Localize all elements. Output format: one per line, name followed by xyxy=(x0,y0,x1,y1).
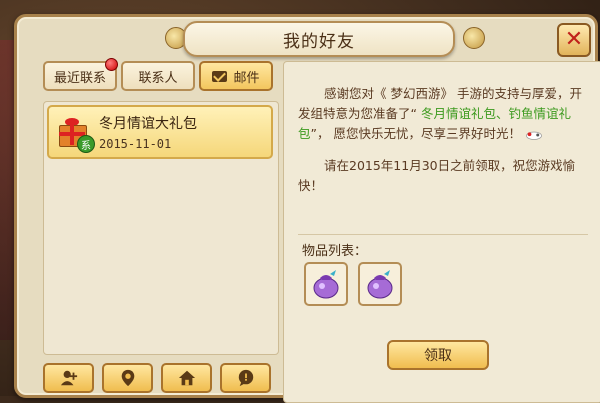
notification-dot-icon xyxy=(105,58,118,71)
mail-text: ”， 愿您快乐无忧，尽享三界好时光！ xyxy=(310,126,521,141)
home-icon xyxy=(178,370,195,386)
items-label: 物品列表： xyxy=(302,244,368,259)
title-ornament-right-icon xyxy=(463,27,485,49)
chat-bubble-icon xyxy=(238,369,253,387)
tab-contacts[interactable]: 联系人 xyxy=(121,61,195,91)
divider xyxy=(298,234,588,235)
tab-label: 最近联系 xyxy=(53,70,106,86)
mail-paragraph: 请在2015年11月30日之前领取，祝您游戏愉快！ xyxy=(298,158,576,193)
system-badge: 系 xyxy=(77,135,95,153)
location-button[interactable] xyxy=(102,363,153,393)
window-title-bar: 我的好友 xyxy=(183,21,455,57)
bottom-toolbar xyxy=(43,363,279,395)
left-panel: 最近联系 联系人 邮件 系 冬月情谊大礼包 2015-11-01 xyxy=(43,58,279,401)
chat-button[interactable] xyxy=(220,363,271,393)
add-friend-icon xyxy=(60,370,77,386)
friend-dialog: 我的好友 ✕ 最近联系 联系人 邮件 系 冬月情谊大礼包 2015-11-01 … xyxy=(14,14,600,403)
claim-button[interactable]: 领取 xyxy=(387,340,489,370)
add-friend-button[interactable] xyxy=(43,363,94,393)
tab-label: 联系人 xyxy=(138,70,178,86)
tab-label: 邮件 xyxy=(233,70,260,86)
close-icon: ✕ xyxy=(564,27,584,52)
close-button[interactable]: ✕ xyxy=(557,23,591,57)
mail-body: 感谢您对《 梦幻西游》 手游的支持与厚爱，开发组特意为您准备了“ 冬月情谊礼包、… xyxy=(298,84,590,196)
location-icon xyxy=(121,369,134,387)
mail-date: 2015-11-01 xyxy=(99,137,172,151)
mail-title: 冬月情谊大礼包 xyxy=(99,116,197,132)
mail-icon xyxy=(212,70,228,82)
tab-mail[interactable]: 邮件 xyxy=(199,61,273,91)
tab-recent-contacts[interactable]: 最近联系 xyxy=(43,58,118,91)
home-button[interactable] xyxy=(161,363,212,393)
mail-list: 系 冬月情谊大礼包 2015-11-01 xyxy=(43,101,279,355)
item-slot[interactable] xyxy=(304,262,348,306)
purple-pouch-icon xyxy=(367,270,393,299)
mail-list-item[interactable]: 系 冬月情谊大礼包 2015-11-01 xyxy=(47,105,273,159)
emoji-icon xyxy=(526,131,542,140)
purple-pouch-icon xyxy=(313,270,339,299)
tab-bar: 最近联系 联系人 邮件 xyxy=(43,58,279,95)
window-title: 我的好友 xyxy=(283,31,355,52)
item-slot[interactable] xyxy=(358,262,402,306)
mail-detail-panel: 感谢您对《 梦幻西游》 手游的支持与厚爱，开发组特意为您准备了“ 冬月情谊礼包、… xyxy=(283,61,600,403)
mail-paragraph: 感谢您对《 梦幻西游》 手游的支持与厚爱，开发组特意为您准备了“ 冬月情谊礼包、… xyxy=(298,84,590,144)
